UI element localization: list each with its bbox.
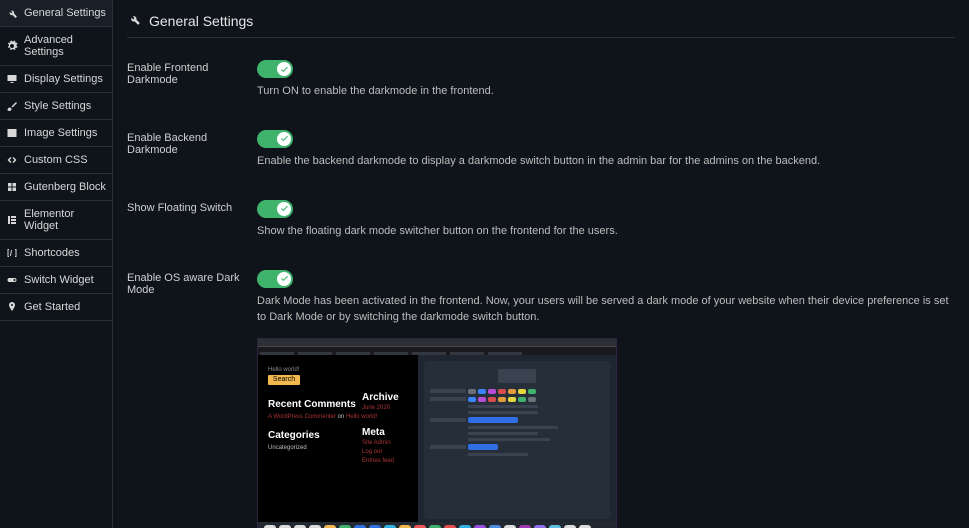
setting-enable-os-aware-dark-mode: Enable OS aware Dark Mode Dark Mode has … [127, 270, 955, 326]
sidebar-item-label: General Settings [24, 7, 106, 19]
sidebar-item-label: Elementor Widget [24, 208, 106, 232]
sidebar-item-style-settings[interactable]: Style Settings [0, 93, 112, 120]
switch-icon [6, 274, 18, 286]
check-icon [277, 272, 291, 286]
sidebar-item-custom-css[interactable]: Custom CSS [0, 147, 112, 174]
check-icon [277, 132, 291, 146]
sidebar-item-advanced-settings[interactable]: Advanced Settings [0, 27, 112, 66]
setting-description: Show the floating dark mode switcher but… [257, 224, 955, 240]
settings-sidebar: General Settings Advanced Settings Displ… [0, 0, 113, 528]
sidebar-item-elementor-widget[interactable]: Elementor Widget [0, 201, 112, 240]
sidebar-item-label: Display Settings [24, 73, 103, 85]
sidebar-item-get-started[interactable]: Get Started [0, 294, 112, 321]
gear-icon [6, 40, 18, 52]
toggle-backend-darkmode[interactable] [257, 130, 293, 148]
wrench-icon [6, 7, 18, 19]
setting-description: Enable the backend darkmode to display a… [257, 154, 955, 170]
page-header: General Settings [127, 12, 955, 38]
toggle-os-aware[interactable] [257, 270, 293, 288]
sidebar-item-label: Shortcodes [24, 247, 80, 259]
toggle-floating-switch[interactable] [257, 200, 293, 218]
check-icon [277, 202, 291, 216]
sidebar-item-label: Gutenberg Block [24, 181, 106, 193]
display-icon [6, 73, 18, 85]
setting-label: Enable OS aware Dark Mode [127, 270, 257, 326]
preview-dock [258, 522, 616, 528]
setting-enable-frontend-darkmode: Enable Frontend Darkmode Turn ON to enab… [127, 60, 955, 100]
darkmode-preview-image: Hello world! Search Recent Comments A Wo… [257, 338, 617, 528]
sidebar-item-display-settings[interactable]: Display Settings [0, 66, 112, 93]
preview-search-btn: Search [268, 375, 300, 385]
wrench-icon [127, 12, 141, 29]
sidebar-item-label: Custom CSS [24, 154, 88, 166]
setting-description: Dark Mode has been activated in the fron… [257, 294, 955, 326]
sidebar-item-label: Image Settings [24, 127, 97, 139]
setting-enable-backend-darkmode: Enable Backend Darkmode Enable the backe… [127, 130, 955, 170]
page-title: General Settings [149, 13, 253, 29]
main-content: General Settings Enable Frontend Darkmod… [113, 0, 969, 528]
sidebar-item-general-settings[interactable]: General Settings [0, 0, 112, 27]
code-icon [6, 154, 18, 166]
sidebar-item-label: Get Started [24, 301, 80, 313]
image-icon [6, 127, 18, 139]
elementor-icon [6, 214, 18, 226]
setting-label: Enable Frontend Darkmode [127, 60, 257, 100]
check-icon [277, 62, 291, 76]
setting-label: Enable Backend Darkmode [127, 130, 257, 170]
setting-show-floating-switch: Show Floating Switch Show the floating d… [127, 200, 955, 240]
toggle-frontend-darkmode[interactable] [257, 60, 293, 78]
pin-icon [6, 301, 18, 313]
sidebar-item-label: Style Settings [24, 100, 91, 112]
sidebar-item-label: Switch Widget [24, 274, 94, 286]
shortcode-icon [6, 247, 18, 259]
setting-description: Turn ON to enable the darkmode in the fr… [257, 84, 955, 100]
sidebar-item-switch-widget[interactable]: Switch Widget [0, 267, 112, 294]
sidebar-item-shortcodes[interactable]: Shortcodes [0, 240, 112, 267]
block-icon [6, 181, 18, 193]
sidebar-item-label: Advanced Settings [24, 34, 106, 58]
sidebar-item-image-settings[interactable]: Image Settings [0, 120, 112, 147]
setting-label: Show Floating Switch [127, 200, 257, 240]
brush-icon [6, 100, 18, 112]
sidebar-item-gutenberg-block[interactable]: Gutenberg Block [0, 174, 112, 201]
